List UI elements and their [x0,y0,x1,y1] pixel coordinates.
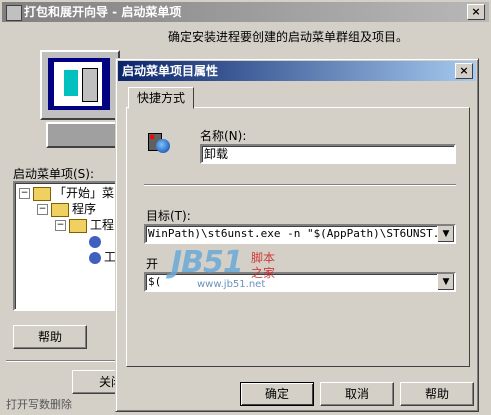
tree-item-programs[interactable]: − 程序 [37,201,96,217]
dialog-help-button[interactable]: 帮助 [400,382,474,406]
dropdown-arrow-icon[interactable]: ▼ [437,226,454,242]
folder-icon [33,186,51,201]
shortcut-icon [89,251,101,264]
wizard-titlebar: 打包和展开向导 - 启动菜单项 × [2,2,489,22]
dialog-divider [144,184,456,186]
dropdown-arrow-icon[interactable]: ▼ [437,274,454,290]
monitor-icon [40,50,120,120]
watermark-logo: JB51 脚本 之家 www.jb51.net [171,245,276,290]
shortcut-icon [148,131,172,155]
start-in-label: 开 [146,257,159,271]
collapse-icon[interactable]: − [55,220,66,231]
tree-item-start-menu[interactable]: − 「开始」菜 [19,185,114,201]
dialog-title: 启动菜单项目属性 [122,64,219,78]
shortcut-icon [89,235,101,248]
start-menu-tree[interactable]: − 「开始」菜 − 程序 − 工程 工 [13,181,117,311]
wizard-divider [6,360,116,362]
tab-shortcut[interactable]: 快捷方式 [128,87,194,109]
name-label: 名称(N): [200,129,247,143]
wizard-description: 确定安装进程要创建的启动菜单群组及项目。 [168,30,409,44]
app-icon [6,5,22,21]
wizard-close-button[interactable]: × [467,4,485,20]
start-menu-label: 启动菜单项(S): [13,167,95,181]
properties-dialog: 启动菜单项目属性 × 快捷方式 名称(N): 卸载 目标(T): WinPath… [115,58,479,412]
wizard-title: 打包和展开向导 - 启动菜单项 [24,5,182,19]
tree-item-shortcut[interactable]: 工 [89,249,115,265]
dialog-titlebar: 启动菜单项目属性 × [118,61,476,81]
tree-item-project[interactable]: − 工程 [55,217,114,233]
ok-button[interactable]: 确定 [240,382,314,406]
collapse-icon[interactable]: − [19,188,30,199]
tree-item-shortcut[interactable] [89,233,104,249]
status-text: 打开写数删除 [6,398,72,411]
help-button[interactable]: 帮助 [13,325,87,349]
folder-icon [51,202,69,217]
dialog-close-button[interactable]: × [455,63,473,79]
cancel-button[interactable]: 取消 [320,382,394,406]
folder-icon [69,218,87,233]
collapse-icon[interactable]: − [37,204,48,215]
target-label: 目标(T): [146,209,191,223]
target-combo[interactable]: WinPath)\st6unst.exe -n "$(AppPath)\ST6U… [144,224,456,244]
name-input[interactable]: 卸载 [200,144,456,164]
